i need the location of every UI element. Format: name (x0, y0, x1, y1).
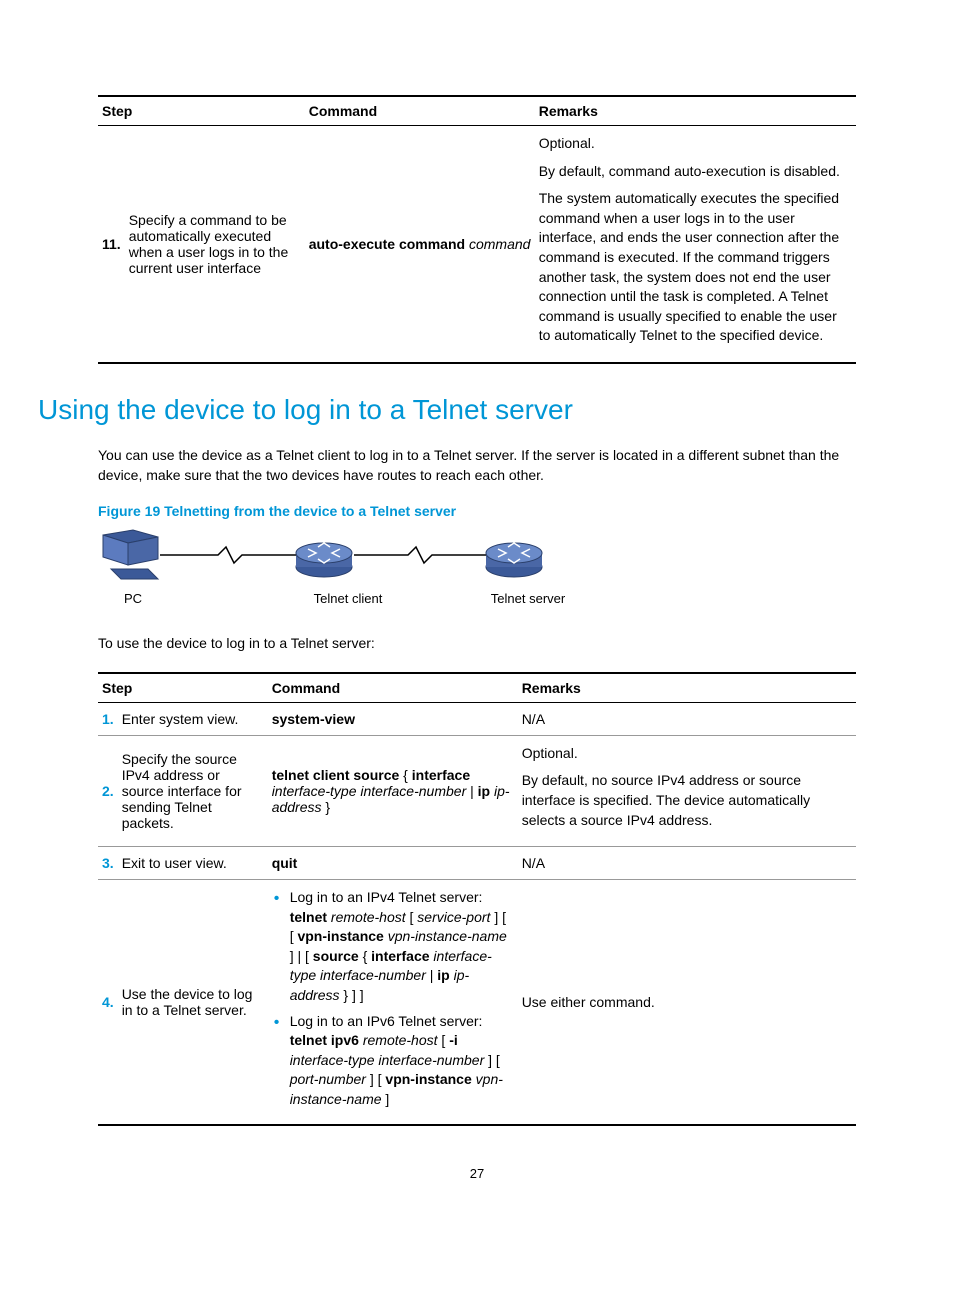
step-desc: Use the device to log in to a Telnet ser… (118, 880, 268, 1125)
th-remarks: Remarks (535, 96, 856, 126)
cmd-text: | (426, 967, 437, 983)
step-desc: Enter system view. (118, 702, 268, 735)
figure-label-pc: PC (98, 591, 168, 606)
cmd-ital: interface-type interface-number (272, 783, 467, 799)
step-number: 11. (98, 126, 125, 363)
th-command: Command (268, 673, 518, 703)
cmd-bold: interface (371, 948, 429, 964)
cmd-bold: telnet ipv6 (290, 1032, 359, 1048)
cmd-bold: vpn-instance (297, 928, 383, 944)
step-desc: Specify the source IPv4 address or sourc… (118, 735, 268, 846)
table-row: 4. Use the device to log in to a Telnet … (98, 880, 856, 1125)
step-remarks: N/A (518, 847, 856, 880)
link-line (354, 547, 486, 563)
step-desc: Exit to user view. (118, 847, 268, 880)
table-row: 1. Enter system view. system-view N/A (98, 702, 856, 735)
cmd-text: } (322, 799, 331, 815)
cmd-bold: ip (478, 783, 490, 799)
cmd-bold: telnet client source (272, 767, 400, 783)
router-icon (486, 543, 542, 577)
step-remarks: Optional. By default, command auto-execu… (535, 126, 856, 363)
step-command: Log in to an IPv4 Telnet server: telnet … (268, 880, 518, 1125)
cmd-ital: interface-type interface-number (290, 1052, 485, 1068)
figure-label-server: Telnet server (458, 591, 598, 606)
lead-in-text: To use the device to log in to a Telnet … (98, 634, 856, 654)
command-table-2: Step Command Remarks 1. Enter system vie… (98, 672, 856, 1126)
router-icon (296, 543, 352, 577)
th-command: Command (305, 96, 535, 126)
list-item: Log in to an IPv6 Telnet server: telnet … (272, 1012, 514, 1110)
step-command: system-view (268, 702, 518, 735)
remarks-text: By default, command auto-execution is di… (539, 162, 852, 182)
cmd-bold: source (313, 948, 359, 964)
step-command: quit (268, 847, 518, 880)
table-row: 11. Specify a command to be automaticall… (98, 126, 856, 363)
cmd-bold: ip (437, 967, 449, 983)
remarks-text: Optional. (539, 134, 852, 154)
cmd-text: ] [ (366, 1071, 385, 1087)
table-row: 2. Specify the source IPv4 address or so… (98, 735, 856, 846)
step-number: 3. (98, 847, 118, 880)
cmd-text: [ (438, 1032, 450, 1048)
cmd-bold: auto-execute command (309, 236, 465, 252)
cmd-text: ] (382, 1091, 390, 1107)
table-row: 3. Exit to user view. quit N/A (98, 847, 856, 880)
cmd-bold: -i (449, 1032, 458, 1048)
page-number: 27 (98, 1166, 856, 1181)
section-title: Using the device to log in to a Telnet s… (38, 394, 856, 426)
step-number: 4. (98, 880, 118, 1125)
th-step: Step (98, 673, 268, 703)
cmd-ital: service-port (417, 909, 490, 925)
cmd-text: } ] ] (340, 987, 364, 1003)
cmd-text: ] | [ (290, 948, 313, 964)
step-remarks: Optional. By default, no source IPv4 add… (518, 735, 856, 846)
step-desc: Specify a command to be automatically ex… (125, 126, 305, 363)
cmd-ital: remote-host (327, 909, 406, 925)
cmd-bold: telnet (290, 909, 327, 925)
cmd-lead: Log in to an IPv6 Telnet server: (290, 1013, 483, 1029)
command-table-1: Step Command Remarks 11. Specify a comma… (98, 95, 856, 364)
step-command: auto-execute command command (305, 126, 535, 363)
remarks-text: Optional. (522, 744, 852, 764)
th-step: Step (98, 96, 305, 126)
remarks-text: By default, no source IPv4 address or so… (522, 771, 852, 830)
pc-icon (103, 530, 158, 579)
th-remarks: Remarks (518, 673, 856, 703)
cmd-ital: vpn-instance-name (384, 928, 507, 944)
figure-caption: Figure 19 Telnetting from the device to … (98, 503, 856, 519)
cmd-bold: system-view (272, 711, 355, 727)
step-number: 2. (98, 735, 118, 846)
cmd-text: | (466, 783, 477, 799)
figure-label-client: Telnet client (168, 591, 458, 606)
cmd-text: { (359, 948, 371, 964)
cmd-ital: port-number (290, 1071, 366, 1087)
list-item: Log in to an IPv4 Telnet server: telnet … (272, 888, 514, 1006)
cmd-text: ] [ (484, 1052, 500, 1068)
cmd-text: [ (406, 909, 418, 925)
cmd-bold: vpn-instance (385, 1071, 471, 1087)
cmd-ital: command (469, 236, 530, 252)
cmd-bold: interface (412, 767, 470, 783)
remarks-text: The system automatically executes the sp… (539, 189, 852, 346)
link-line (160, 547, 296, 563)
cmd-ital: remote-host (359, 1032, 438, 1048)
step-number: 1. (98, 702, 118, 735)
cmd-text: { (399, 767, 411, 783)
cmd-lead: Log in to an IPv4 Telnet server: (290, 889, 483, 905)
step-command: telnet client source { interface interfa… (268, 735, 518, 846)
cmd-bold: quit (272, 855, 298, 871)
intro-text: You can use the device as a Telnet clien… (98, 446, 856, 485)
figure-diagram: PC Telnet client Telnet server (98, 527, 856, 606)
step-remarks: Use either command. (518, 880, 856, 1125)
step-remarks: N/A (518, 702, 856, 735)
